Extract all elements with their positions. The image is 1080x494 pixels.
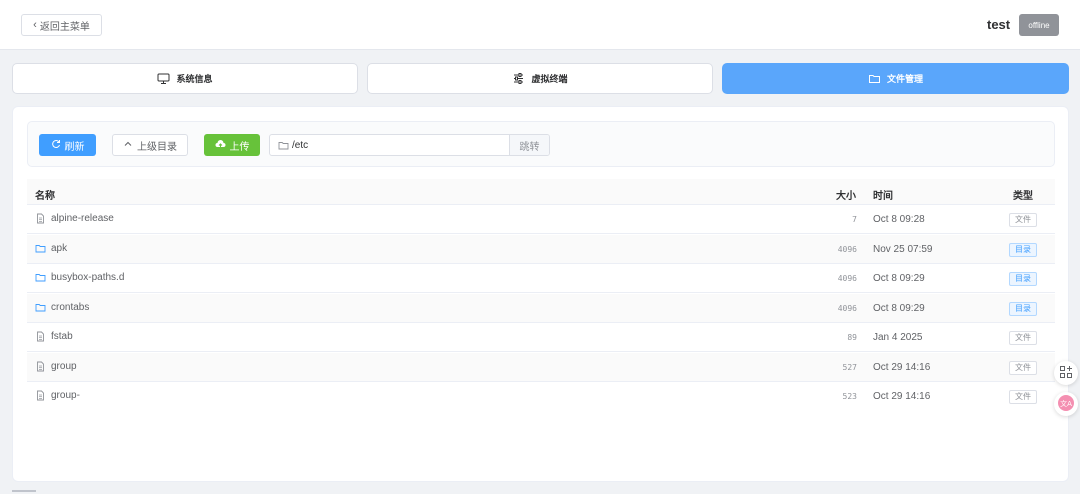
file-icon (35, 331, 46, 342)
file-type-tag: 文件 (1009, 331, 1037, 345)
table-row[interactable]: apk 4096 Nov 25 07:59 目录 (27, 234, 1055, 264)
file-size: 4096 (837, 274, 857, 283)
file-name: group (51, 360, 77, 372)
file-name-cell[interactable]: busybox-paths.d (35, 272, 124, 283)
file-type-tag: 目录 (1009, 242, 1037, 257)
file-time: Nov 25 07:59 (873, 243, 933, 255)
file-type-tag: 目录 (1009, 272, 1037, 286)
bottom-scroll-indicator (12, 490, 36, 492)
tab-label: 虚拟终端 (531, 74, 568, 84)
file-name-cell[interactable]: group- (35, 390, 80, 401)
file-time: Oct 8 09:29 (873, 302, 925, 314)
host-name: test (987, 17, 1011, 32)
table-row[interactable]: crontabs 4096 Oct 8 09:29 目录 (27, 293, 1055, 323)
file-time: Oct 8 09:28 (873, 214, 925, 225)
file-type-tag: 目录 (1009, 301, 1037, 316)
column-header-name[interactable]: 名称 (35, 187, 55, 202)
file-toolbar: 刷新 上级目录 上传 跳转 (27, 121, 1055, 167)
tab-label: 系统信息 (176, 74, 213, 84)
table-row[interactable]: alpine-release 7 Oct 8 09:28 文件 (27, 205, 1055, 234)
file-size: 7 (852, 215, 857, 224)
file-name-cell[interactable]: fstab (35, 331, 73, 342)
table-row[interactable]: group 527 Oct 29 14:16 文件 (27, 352, 1055, 382)
monitor-icon (157, 72, 170, 85)
table-row[interactable]: group- 523 Oct 29 14:16 文件 (27, 382, 1055, 405)
file-name: apk (51, 242, 68, 254)
upload-label: 上传 (229, 141, 250, 153)
path-input[interactable] (292, 135, 507, 155)
tab-label: 文件管理 (886, 74, 923, 84)
file-size: 523 (842, 392, 857, 401)
file-name: alpine-release (51, 213, 114, 224)
tab-system-info[interactable]: 系统信息 (12, 63, 358, 94)
top-header: ‹ 返回主菜单 test offline (0, 0, 1080, 50)
table-header: 名称 大小 时间 类型 (27, 179, 1055, 205)
file-time: Oct 29 14:16 (873, 391, 931, 402)
parent-directory-button[interactable]: 上级目录 (112, 134, 188, 156)
parent-directory-label: 上级目录 (137, 141, 177, 153)
file-icon (35, 361, 46, 372)
file-time: Oct 29 14:16 (873, 361, 931, 373)
folder-icon (35, 272, 46, 283)
apps-add-button[interactable] (1054, 361, 1078, 385)
folder-icon (278, 140, 289, 151)
file-table: 名称 大小 时间 类型 alpine-release 7 Oct 8 09:28 文件… (27, 179, 1055, 405)
file-name: crontabs (51, 301, 90, 313)
file-time: Oct 8 09:29 (873, 273, 925, 284)
upload-button[interactable]: 上传 (204, 134, 260, 156)
file-name-cell[interactable]: apk (35, 243, 67, 254)
jump-button[interactable]: 跳转 (509, 135, 549, 155)
back-to-main-menu-button[interactable]: ‹ 返回主菜单 (21, 14, 102, 36)
column-header-type[interactable]: 类型 (1013, 187, 1033, 202)
file-size: 4096 (837, 303, 857, 313)
folder-icon (35, 302, 46, 313)
folder-icon (35, 243, 46, 254)
file-name-cell[interactable]: alpine-release (35, 213, 114, 224)
back-button-label: 返回主菜单 (39, 21, 90, 33)
cloud-upload-icon (215, 139, 226, 152)
tab-bar: 系统信息 虚拟终端 文件管理 (12, 63, 1069, 94)
chevron-left-icon: ‹ (33, 18, 37, 31)
file-size: 89 (847, 333, 857, 342)
file-size: 4096 (837, 244, 857, 254)
refresh-icon (51, 139, 61, 152)
tab-file-manager[interactable]: 文件管理 (722, 63, 1069, 94)
chevron-up-icon (123, 139, 133, 152)
file-name-cell[interactable]: group (35, 361, 77, 372)
refresh-label: 刷新 (64, 141, 85, 153)
folder-icon (868, 72, 881, 85)
file-name: busybox-paths.d (51, 272, 125, 283)
file-icon (35, 390, 46, 401)
sliders-icon (512, 72, 525, 85)
file-time: Jan 4 2025 (873, 332, 923, 343)
translate-button[interactable]: 文A (1054, 392, 1078, 416)
file-name-cell[interactable]: crontabs (35, 302, 89, 313)
table-row[interactable]: fstab 89 Jan 4 2025 文件 (27, 323, 1055, 352)
file-type-tag: 文件 (1009, 390, 1037, 404)
tab-virtual-terminal[interactable]: 虚拟终端 (367, 63, 713, 94)
file-name: group- (51, 390, 80, 401)
file-type-tag: 文件 (1009, 360, 1037, 375)
column-header-size[interactable]: 大小 (836, 187, 856, 202)
file-icon (35, 213, 46, 224)
refresh-button[interactable]: 刷新 (39, 134, 96, 156)
file-size: 527 (842, 362, 857, 372)
file-manager-panel: 刷新 上级目录 上传 跳转 名称 大小 时间 类型 (12, 106, 1069, 482)
status-badge: offline (1019, 14, 1059, 36)
column-header-time[interactable]: 时间 (873, 187, 893, 202)
translate-icon: 文A (1057, 394, 1075, 415)
table-row[interactable]: busybox-paths.d 4096 Oct 8 09:29 目录 (27, 264, 1055, 293)
path-input-group: 跳转 (269, 134, 550, 156)
file-name: fstab (51, 331, 73, 342)
svg-text:文A: 文A (1060, 399, 1072, 408)
file-type-tag: 文件 (1009, 213, 1037, 227)
grid-plus-icon (1059, 365, 1073, 382)
